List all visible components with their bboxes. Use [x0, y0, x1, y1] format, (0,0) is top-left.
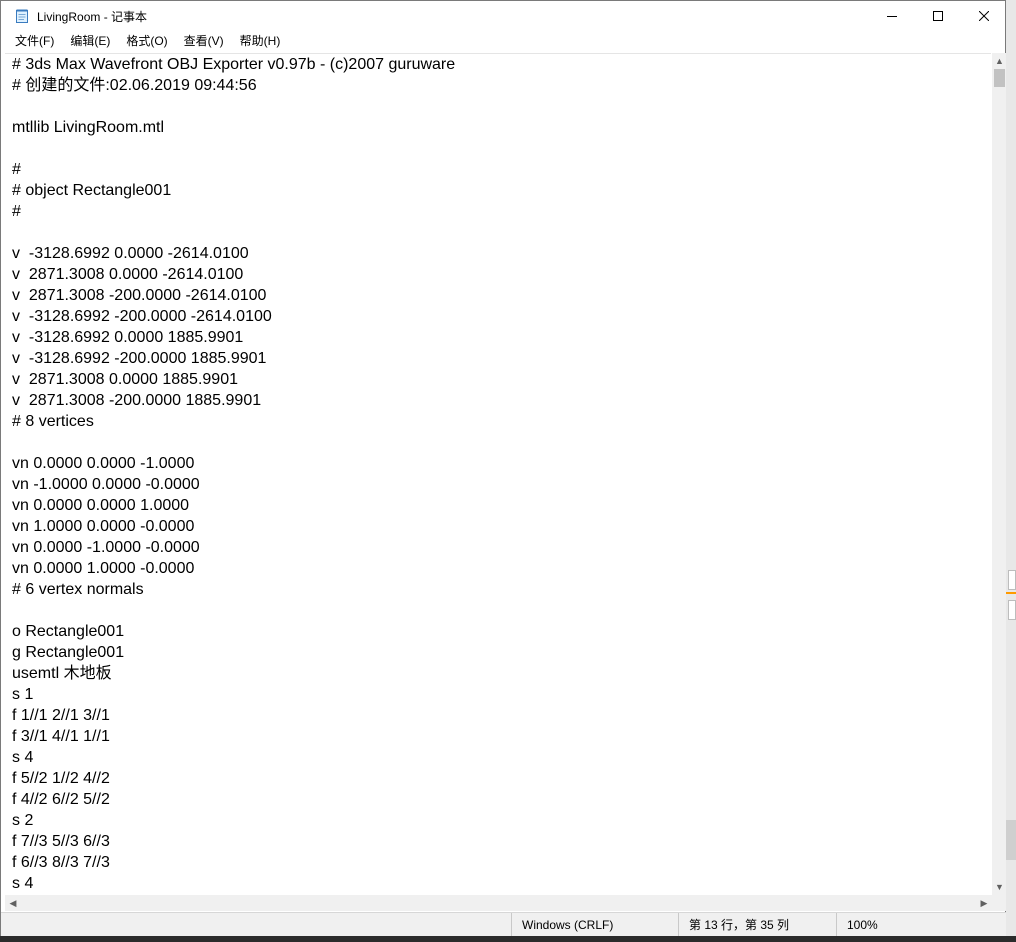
- text-line: f 4//2 6//2 5//2: [12, 791, 110, 808]
- scroll-left-icon[interactable]: ◀: [5, 895, 21, 911]
- maximize-icon: [933, 11, 943, 21]
- text-line: vn 0.0000 1.0000 -0.0000: [12, 560, 195, 577]
- scroll-right-icon[interactable]: ▶: [976, 895, 992, 911]
- text-line: mtllib LivingRoom.mtl: [12, 119, 165, 136]
- text-line: [5, 96, 991, 117]
- scroll-down-icon[interactable]: ▼: [992, 879, 1007, 895]
- background-taskbar-edge: [0, 936, 1016, 942]
- text-line: v -3128.6992 -200.0000 1885.9901: [12, 350, 267, 367]
- text-line: s 4: [12, 749, 34, 766]
- text-line: # 创建的文件:02.06.2019 09:44:56: [12, 77, 257, 94]
- vertical-scroll-thumb[interactable]: [994, 69, 1005, 87]
- text-line: v 2871.3008 -200.0000 1885.9901: [12, 392, 262, 409]
- text-line: v -3128.6992 -200.0000 -2614.0100: [12, 308, 272, 325]
- background-fragment: [1006, 592, 1016, 594]
- window-title: LivingRoom - 记事本: [37, 10, 148, 24]
- menu-view[interactable]: 查看(V): [176, 31, 232, 51]
- text-line: vn 0.0000 -1.0000 -0.0000: [12, 539, 200, 556]
- status-position: 第 13 行，第 35 列: [678, 913, 836, 937]
- scrollbar-corner: [992, 895, 1007, 911]
- minimize-button[interactable]: [869, 1, 915, 31]
- maximize-button[interactable]: [915, 1, 961, 31]
- text-line: g Rectangle001: [12, 644, 125, 661]
- text-line: s 1: [12, 686, 34, 703]
- text-line: f 3//1 4//1 1//1: [12, 728, 110, 745]
- background-fragment: [1006, 820, 1016, 860]
- text-line: s 4: [12, 875, 34, 892]
- text-line: vn 1.0000 0.0000 -0.0000: [12, 518, 195, 535]
- text-line: [5, 222, 991, 243]
- text-line: v -3128.6992 0.0000 -2614.0100: [12, 245, 249, 262]
- text-line: f 1//1 2//1 3//1: [12, 707, 110, 724]
- text-line: # 6 vertex normals: [12, 581, 144, 598]
- text-line: v 2871.3008 0.0000 1885.9901: [12, 371, 238, 388]
- close-icon: [979, 11, 989, 21]
- text-line: v 2871.3008 -200.0000 -2614.0100: [12, 287, 267, 304]
- horizontal-scrollbar[interactable]: ◀ ▶: [5, 895, 992, 911]
- menu-help[interactable]: 帮助(H): [232, 31, 289, 51]
- menu-edit[interactable]: 编辑(E): [62, 31, 118, 51]
- background-fragment: [1008, 570, 1016, 590]
- text-line: s 2: [12, 812, 34, 829]
- text-line: f 6//3 8//3 7//3: [12, 854, 110, 871]
- text-line: vn -1.0000 0.0000 -0.0000: [12, 476, 200, 493]
- text-line: v -3128.6992 0.0000 1885.9901: [12, 329, 244, 346]
- text-line: # object Rectangle001: [12, 182, 172, 199]
- vertical-scrollbar[interactable]: ▲ ▼: [992, 53, 1007, 895]
- status-bar: Windows (CRLF) 第 13 行，第 35 列 100%: [1, 912, 1007, 937]
- text-editor[interactable]: # 3ds Max Wavefront OBJ Exporter v0.97b …: [5, 53, 991, 896]
- text-line: [5, 432, 991, 453]
- title-bar[interactable]: LivingRoom - 记事本: [1, 1, 1005, 31]
- text-line: o Rectangle001: [12, 623, 125, 640]
- notepad-window: LivingRoom - 记事本 文件(F) 编辑(E) 格式(O) 查看(V)…: [0, 0, 1007, 937]
- text-line: [5, 600, 991, 621]
- scroll-up-icon[interactable]: ▲: [992, 53, 1007, 69]
- text-line: [5, 138, 991, 159]
- background-fragment: [1008, 600, 1016, 620]
- status-encoding: Windows (CRLF): [511, 913, 678, 937]
- text-line: vn 0.0000 0.0000 -1.0000: [12, 455, 195, 472]
- background-window-edge: [1006, 0, 1016, 942]
- text-line: usemtl 木地板: [12, 665, 112, 682]
- menu-file[interactable]: 文件(F): [7, 31, 62, 51]
- text-line: f 5//2 1//2 4//2: [12, 770, 110, 787]
- text-line: # 3ds Max Wavefront OBJ Exporter v0.97b …: [12, 56, 456, 73]
- menu-format[interactable]: 格式(O): [118, 31, 175, 51]
- notepad-icon: [15, 9, 29, 23]
- text-line: # 8 vertices: [12, 413, 94, 430]
- text-line: v 2871.3008 0.0000 -2614.0100: [12, 266, 244, 283]
- text-line: f 7//3 5//3 6//3: [12, 833, 110, 850]
- text-line: vn 0.0000 0.0000 1.0000: [12, 497, 190, 514]
- close-button[interactable]: [961, 1, 1007, 31]
- text-line: #: [12, 161, 21, 178]
- text-line: #: [12, 203, 21, 220]
- minimize-icon: [887, 16, 897, 17]
- menu-bar: 文件(F) 编辑(E) 格式(O) 查看(V) 帮助(H): [1, 31, 1005, 51]
- status-zoom: 100%: [836, 913, 1007, 937]
